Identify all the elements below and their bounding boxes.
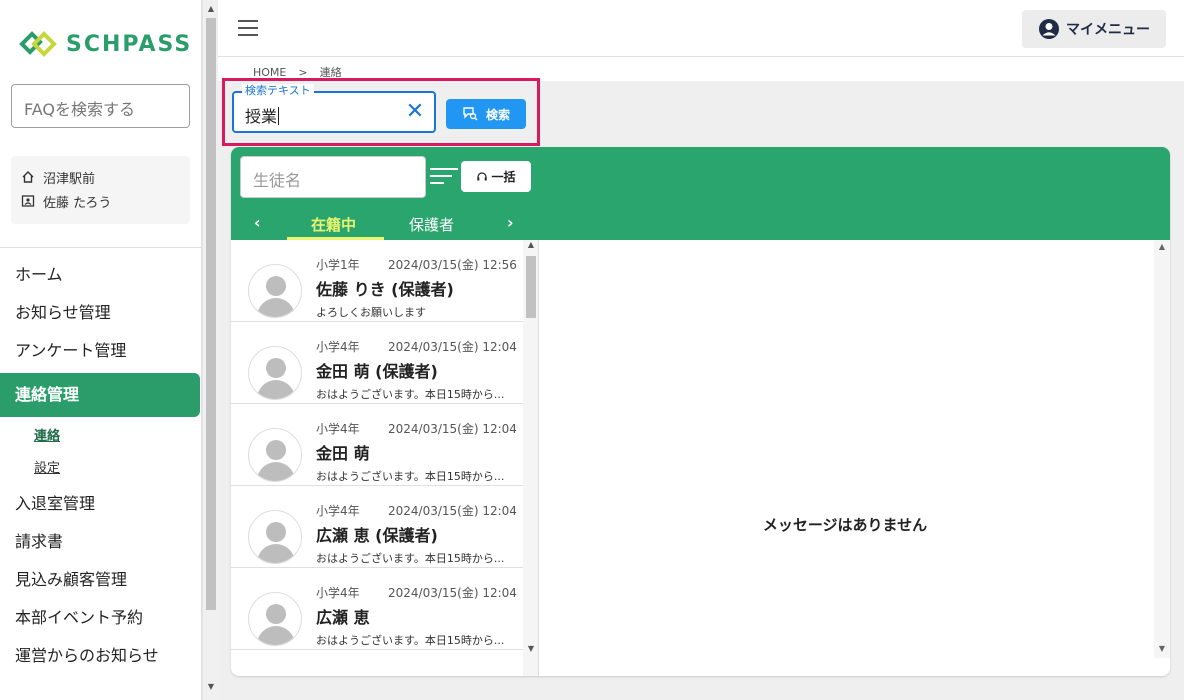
chevron-right-icon[interactable]: › xyxy=(507,213,514,232)
student-grade: 小学1年 xyxy=(316,258,360,272)
nav-item-attendance[interactable]: 入退室管理 xyxy=(0,485,202,523)
main-area: マイメニュー HOME > 連絡 検索テキスト 授業 ✕ 検索 生徒名 一括 ‹… xyxy=(218,0,1200,700)
schpass-logo-icon xyxy=(19,31,57,57)
nav-item-home[interactable]: ホーム xyxy=(0,256,202,294)
bulk-send-button[interactable]: 一括 xyxy=(461,161,531,192)
user-info-box: 沼津駅前 佐藤 たろう xyxy=(11,156,190,224)
list-scroll-thumb[interactable] xyxy=(526,256,536,318)
school-name: 沼津駅前 xyxy=(43,171,96,187)
nav-item-contact[interactable]: 連絡管理 xyxy=(0,373,200,417)
search-button[interactable]: 検索 xyxy=(446,99,526,129)
message-preview: よろしくお願いします xyxy=(316,306,426,319)
list-item[interactable]: 小学4年 2024/03/15(金) 12:04 広瀬 恵 おはようございます。… xyxy=(231,568,523,650)
message-area: メッセージはありません ▲ ▼ xyxy=(540,240,1170,676)
avatar xyxy=(248,510,302,564)
hamburger-icon[interactable] xyxy=(238,20,258,36)
contact-name: 金田 萌 (保護者) xyxy=(316,362,438,381)
list-scrollbar[interactable]: ▲ ▼ xyxy=(523,240,538,676)
tab-enrolled[interactable]: 在籍中 xyxy=(311,214,356,235)
chat-search-icon xyxy=(463,107,478,121)
search-text-value: 授業 xyxy=(245,107,280,126)
contact-panel: 生徒名 一括 ‹ 在籍中 保護者 › 小学1年 2024/03/15(金) 12… xyxy=(231,147,1170,676)
search-field-label: 検索テキスト xyxy=(242,84,314,98)
nav-item-notices[interactable]: お知らせ管理 xyxy=(0,294,202,332)
student-grade: 小学4年 xyxy=(316,504,360,518)
my-menu-button[interactable]: マイメニュー xyxy=(1022,10,1166,48)
home-icon xyxy=(22,171,34,183)
nav-item-operator-news[interactable]: 運営からのお知らせ xyxy=(0,637,202,675)
top-bar: マイメニュー xyxy=(218,0,1200,57)
nav-item-prospects[interactable]: 見込み顧客管理 xyxy=(0,561,202,599)
scroll-down-arrow-icon[interactable]: ▼ xyxy=(203,680,219,694)
chevron-left-icon[interactable]: ‹ xyxy=(254,213,261,232)
avatar xyxy=(248,264,302,318)
search-button-label: 検索 xyxy=(485,107,510,122)
nav-item-invoices[interactable]: 請求書 xyxy=(0,523,202,561)
contact-name: 金田 萌 xyxy=(316,444,370,463)
list-item[interactable]: 小学1年 2024/03/15(金) 12:56 佐藤 りき (保護者) よろし… xyxy=(231,240,523,322)
message-scrollbar[interactable]: ▲ ▼ xyxy=(1154,240,1170,658)
nav-item-surveys[interactable]: アンケート管理 xyxy=(0,332,202,370)
contact-tabs: ‹ 在籍中 保護者 › xyxy=(231,207,540,240)
list-item[interactable]: 小学4年 2024/03/15(金) 12:04 金田 萌 (保護者) おはよう… xyxy=(231,322,523,404)
contact-name: 佐藤 りき (保護者) xyxy=(316,280,454,299)
headset-icon xyxy=(477,171,488,180)
message-preview: おはようございます。本日15時から... xyxy=(316,388,505,401)
message-preview: おはようございます。本日15時から... xyxy=(316,552,505,565)
user-name: 佐藤 たろう xyxy=(43,195,112,211)
conversation-list: 小学1年 2024/03/15(金) 12:56 佐藤 りき (保護者) よろし… xyxy=(231,240,539,676)
contact-name: 広瀬 恵 (保護者) xyxy=(316,526,438,545)
faq-search-input[interactable]: FAQを検索する xyxy=(11,84,190,128)
scroll-up-arrow-icon[interactable]: ▲ xyxy=(203,2,219,16)
tab-guardians[interactable]: 保護者 xyxy=(409,214,454,235)
message-time: 2024/03/15(金) 12:56 xyxy=(388,258,517,272)
contact-name: 広瀬 恵 xyxy=(316,608,370,627)
message-preview: おはようございます。本日15時から... xyxy=(316,634,505,647)
main-scrollbar[interactable] xyxy=(1184,0,1200,700)
sidebar-scrollbar[interactable]: ▲ ▼ xyxy=(202,0,218,700)
user-line: 佐藤 たろう xyxy=(21,189,180,213)
subnav-item-contact[interactable]: 連絡 xyxy=(0,421,202,453)
student-name-input[interactable]: 生徒名 xyxy=(240,156,426,198)
avatar xyxy=(248,346,302,400)
scroll-down-arrow-icon[interactable]: ▼ xyxy=(523,644,538,653)
sort-icon[interactable] xyxy=(430,168,458,188)
subnav-item-settings[interactable]: 設定 xyxy=(0,453,202,485)
avatar xyxy=(248,592,302,646)
search-text-field[interactable]: 検索テキスト 授業 ✕ xyxy=(232,84,436,133)
list-item[interactable]: 小学4年 2024/03/15(金) 12:04 広瀬 恵 (保護者) おはよう… xyxy=(231,486,523,568)
list-item[interactable]: 小学4年 2024/03/15(金) 12:04 金田 萌 おはようございます。… xyxy=(231,404,523,486)
student-grade: 小学4年 xyxy=(316,422,360,436)
message-time: 2024/03/15(金) 12:04 xyxy=(388,422,517,436)
bulk-send-label: 一括 xyxy=(491,170,516,184)
sidebar: SCHPASS FAQを検索する 沼津駅前 佐藤 たろう ホーム お知らせ管理 … xyxy=(0,0,202,700)
panel-header: 生徒名 一括 ‹ 在籍中 保護者 › xyxy=(231,147,1170,240)
nav-item-hq-events[interactable]: 本部イベント予約 xyxy=(0,599,202,637)
message-time: 2024/03/15(金) 12:04 xyxy=(388,504,517,518)
close-icon[interactable]: ✕ xyxy=(404,101,426,123)
scroll-up-arrow-icon[interactable]: ▲ xyxy=(523,240,538,249)
scroll-down-arrow-icon[interactable]: ▼ xyxy=(1154,644,1170,653)
message-preview: おはようございます。本日15時から... xyxy=(316,470,505,483)
sidebar-divider xyxy=(0,247,202,248)
scroll-up-arrow-icon[interactable]: ▲ xyxy=(1154,242,1170,251)
sidebar-scroll-thumb[interactable] xyxy=(206,18,216,610)
student-grade: 小学4年 xyxy=(316,586,360,600)
my-menu-label: マイメニュー xyxy=(1066,22,1150,38)
id-badge-icon xyxy=(21,195,35,207)
account-circle-icon xyxy=(1039,19,1059,39)
message-time: 2024/03/15(金) 12:04 xyxy=(388,340,517,354)
empty-message: メッセージはありません xyxy=(762,516,928,534)
brand-name: SCHPASS xyxy=(66,31,193,57)
brand-logo[interactable]: SCHPASS xyxy=(18,30,192,58)
avatar xyxy=(248,428,302,482)
sidebar-nav: ホーム お知らせ管理 アンケート管理 連絡管理 連絡 設定 入退室管理 請求書 … xyxy=(0,256,202,675)
message-time: 2024/03/15(金) 12:04 xyxy=(388,586,517,600)
student-grade: 小学4年 xyxy=(316,340,360,354)
school-line: 沼津駅前 xyxy=(21,165,180,189)
